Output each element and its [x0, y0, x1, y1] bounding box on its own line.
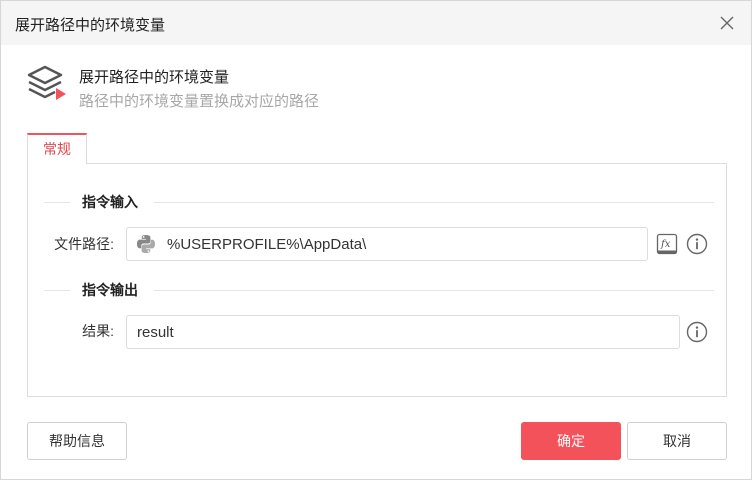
tab-panel-general: 指令输入 文件路径: %USERPROFILE%\AppData\ fx 指令输… — [27, 163, 727, 397]
result-value: result — [137, 323, 174, 341]
output-section-label: 指令输出 — [82, 282, 138, 298]
cancel-button[interactable]: 取消 — [627, 422, 727, 460]
fx-expression-icon[interactable]: fx — [656, 233, 678, 255]
title-bar: 展开路径中的环境变量 — [1, 1, 751, 45]
result-input[interactable]: result — [126, 315, 680, 349]
svg-text:fx: fx — [660, 239, 671, 250]
file-path-input[interactable]: %USERPROFILE%\AppData\ — [126, 227, 648, 261]
result-label: 结果: — [82, 323, 114, 339]
output-section-heading: 指令输出 — [44, 280, 714, 300]
dialog: 展开路径中的环境变量 展开路径中的环境变量 路径中的环境变量置换成对应的路径 常… — [0, 0, 752, 480]
file-path-info-icon[interactable] — [686, 233, 708, 255]
result-info-icon[interactable] — [686, 321, 708, 343]
tab-general[interactable]: 常规 — [27, 133, 87, 164]
ok-button[interactable]: 确定 — [521, 422, 621, 460]
close-icon[interactable] — [717, 13, 737, 33]
input-section-heading: 指令输入 — [44, 192, 714, 212]
help-button[interactable]: 帮助信息 — [27, 422, 127, 460]
divider — [154, 202, 714, 203]
divider — [44, 202, 70, 203]
python-icon — [135, 233, 157, 255]
file-path-value: %USERPROFILE%\AppData\ — [167, 235, 367, 253]
action-title: 展开路径中的环境变量 — [79, 69, 230, 86]
divider — [154, 290, 714, 291]
layers-icon — [25, 63, 69, 107]
input-section-label: 指令输入 — [82, 194, 138, 210]
action-description: 路径中的环境变量置换成对应的路径 — [79, 93, 320, 110]
divider — [44, 290, 70, 291]
file-path-label: 文件路径: — [54, 236, 114, 252]
window-title: 展开路径中的环境变量 — [15, 17, 166, 34]
